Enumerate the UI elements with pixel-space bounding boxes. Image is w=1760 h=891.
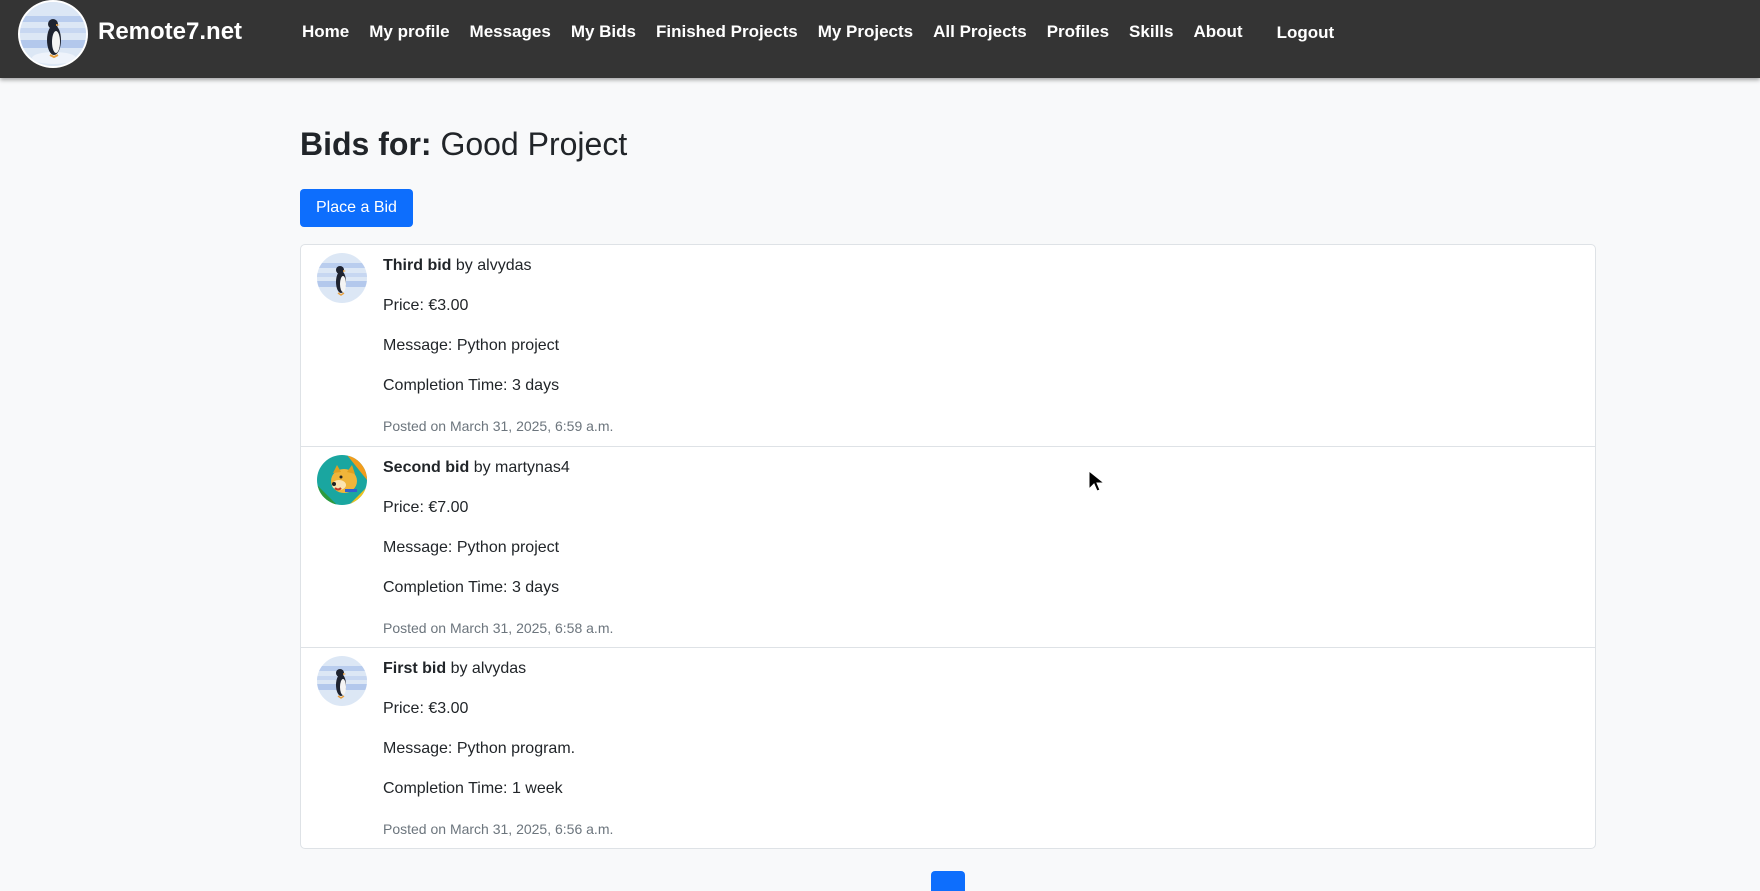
bid-header: Third bid by alvydas xyxy=(383,256,613,276)
place-bid-button[interactable]: Place a Bid xyxy=(300,188,413,227)
bid-price: Price: €3.00 xyxy=(383,296,469,314)
penguin-logo-icon[interactable] xyxy=(18,0,88,68)
page-title: Bids for: Good Project xyxy=(300,126,1596,163)
bid-header: Second bid by martynas4 xyxy=(383,458,613,478)
nav-home[interactable]: Home xyxy=(292,22,359,42)
nav-links: Home My profile Messages My Bids Finishe… xyxy=(292,22,1344,42)
nav-skills[interactable]: Skills xyxy=(1119,22,1183,42)
bid-user[interactable]: martynas4 xyxy=(495,459,570,476)
bid-message: Message: Python project xyxy=(383,538,560,556)
bid-title: Third bid xyxy=(383,256,452,274)
nav-my-profile[interactable]: My profile xyxy=(359,22,459,42)
bid-user[interactable]: alvydas xyxy=(477,257,531,274)
bid-title: First bid xyxy=(383,659,447,677)
bid-item: Second bid by martynas4 Price: €7.00 Mes… xyxy=(301,445,1595,647)
bid-completion-time: Completion Time: 3 days xyxy=(383,578,560,596)
penguin-avatar-icon[interactable] xyxy=(317,655,367,706)
nav-profiles[interactable]: Profiles xyxy=(1037,22,1119,42)
nav-all-projects[interactable]: All Projects xyxy=(923,22,1037,42)
bid-completion-time: Completion Time: 1 week xyxy=(383,779,563,797)
bid-posted-date: Posted on March 31, 2025, 6:58 a.m. xyxy=(383,619,614,636)
bid-message: Message: Python program. xyxy=(383,739,576,757)
bid-by: by xyxy=(455,256,473,274)
bid-posted-date: Posted on March 31, 2025, 6:59 a.m. xyxy=(383,417,614,434)
logout-button[interactable]: Logout xyxy=(1267,23,1345,43)
nav-my-bids[interactable]: My Bids xyxy=(561,22,646,42)
bid-list: Third bid by alvydas Price: €3.00 Messag… xyxy=(300,243,1596,849)
bid-price: Price: €3.00 xyxy=(383,699,469,717)
bid-item: Third bid by alvydas Price: €3.00 Messag… xyxy=(301,245,1595,446)
bid-body: Second bid by martynas4 Price: €7.00 Mes… xyxy=(383,458,613,637)
nav-my-projects[interactable]: My Projects xyxy=(808,22,923,42)
mouse-cursor-icon xyxy=(1088,469,1106,494)
bid-title: Second bid xyxy=(383,458,470,476)
penguin-avatar-icon[interactable] xyxy=(317,252,367,303)
bid-by: by xyxy=(450,659,468,677)
bid-price: Price: €7.00 xyxy=(383,498,469,516)
bid-header: First bid by alvydas xyxy=(383,659,613,679)
bid-body: Third bid by alvydas Price: €3.00 Messag… xyxy=(383,256,613,435)
bid-item: First bid by alvydas Price: €3.00 Messag… xyxy=(301,646,1595,848)
bid-body: First bid by alvydas Price: €3.00 Messag… xyxy=(383,659,613,838)
nav-messages[interactable]: Messages xyxy=(460,22,561,42)
main-content: Bids for: Good Project Place a Bid Third… xyxy=(300,78,1596,849)
pagination-current-page[interactable] xyxy=(931,871,965,891)
navbar: Remote7.net Home My profile Messages My … xyxy=(0,0,1760,78)
dog-avatar-icon[interactable] xyxy=(317,454,367,505)
bid-user[interactable]: alvydas xyxy=(472,660,526,677)
nav-about[interactable]: About xyxy=(1183,22,1252,42)
page-title-prefix: Bids for: xyxy=(300,126,432,162)
bid-posted-date: Posted on March 31, 2025, 6:56 a.m. xyxy=(383,820,614,837)
bid-message: Message: Python project xyxy=(383,336,560,354)
project-name: Good Project xyxy=(440,126,628,162)
brand-name[interactable]: Remote7.net xyxy=(98,18,242,46)
bid-completion-time: Completion Time: 3 days xyxy=(383,376,560,394)
nav-finished-projects[interactable]: Finished Projects xyxy=(646,22,808,42)
bid-by: by xyxy=(473,458,491,476)
